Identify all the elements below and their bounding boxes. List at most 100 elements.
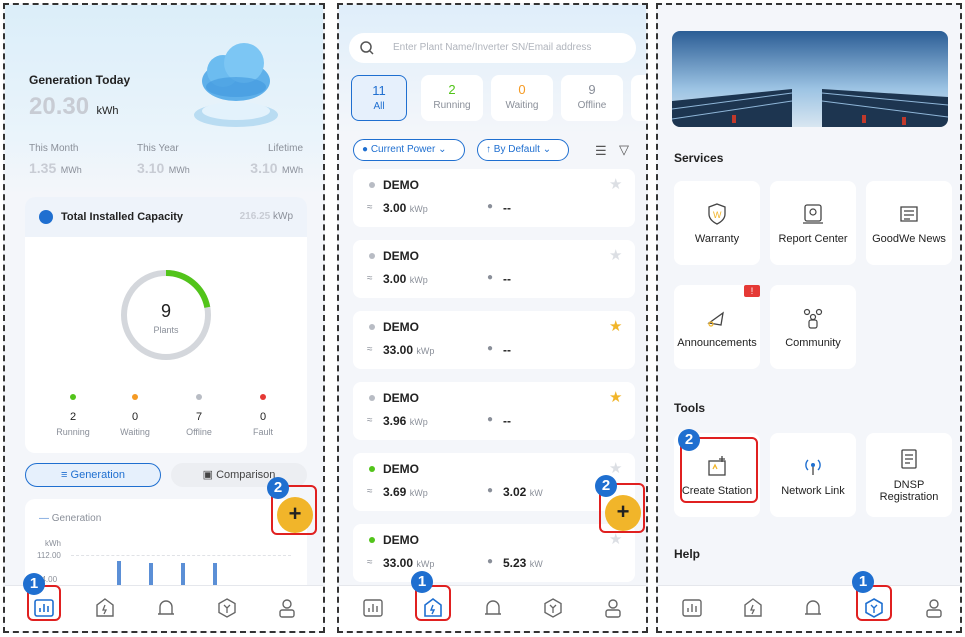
plant-card[interactable]: DEMO ★ ≈3.00 kWp ● -- (353, 240, 635, 298)
capacity-icon: ≈ (367, 344, 373, 355)
power-icon: ● (487, 414, 494, 425)
bottom-nav (658, 585, 960, 631)
favorite-star-icon[interactable]: ★ (609, 175, 622, 193)
nav-alarm-icon[interactable] (801, 596, 825, 620)
dnsp-icon (896, 447, 922, 473)
chart-tick: 112.00 (37, 551, 61, 560)
stat-value: 3.10 (137, 160, 165, 176)
capacity-title: Total Installed Capacity (61, 211, 184, 223)
nav-services-icon[interactable] (541, 596, 565, 620)
status-dot (369, 466, 375, 472)
status-dot (369, 182, 375, 188)
sort-current-power[interactable]: ● Current Power ⌄ (353, 139, 465, 161)
cloud-illustration (181, 35, 291, 135)
nav-services-icon[interactable] (215, 596, 239, 620)
filter-waiting[interactable]: 0 Waiting (491, 75, 553, 121)
filter-running[interactable]: 2 Running (421, 75, 483, 121)
plant-capacity: 3.96 kWp (383, 414, 428, 428)
plant-card[interactable]: DEMO ★ ≈33.00 kWp ● -- (353, 311, 635, 369)
help-title: Help (674, 547, 701, 561)
capacity-icon: ≈ (367, 273, 373, 284)
nav-profile-icon[interactable] (601, 596, 625, 620)
list-view-icon[interactable]: ☰ (595, 143, 607, 159)
home-panel: Generation Today 20.30 kWh This Month 1.… (3, 3, 325, 633)
network-link-icon (800, 453, 826, 479)
nav-profile-icon[interactable] (275, 596, 299, 620)
service-announcements[interactable]: Announcements ! (674, 285, 760, 369)
filter-offline[interactable]: 9 Offline (561, 75, 623, 121)
status-dot (70, 394, 76, 400)
community-icon (800, 305, 826, 331)
power-icon: ● (362, 144, 369, 155)
status-dot (369, 395, 375, 401)
nav-home-icon[interactable] (680, 596, 704, 620)
services-title: Services (674, 151, 724, 165)
plant-capacity: 3.69 kWp (383, 485, 428, 499)
power-icon: ● (487, 556, 494, 567)
stat-value: 3.10 (250, 160, 278, 176)
plant-card[interactable]: DEMO ★ ≈33.00 kWp ● 5.23 kW (353, 524, 635, 582)
svg-text:W: W (713, 210, 722, 220)
nav-profile-icon[interactable] (922, 596, 946, 620)
nav-home-icon[interactable] (361, 596, 385, 620)
favorite-star-icon[interactable]: ★ (609, 388, 622, 406)
plant-power: -- (503, 201, 511, 215)
stat-value: 1.35 (29, 160, 57, 176)
favorite-star-icon[interactable]: ★ (609, 459, 622, 477)
status-offline: 7 Offline (181, 387, 217, 437)
filter-icon[interactable]: ▽ (619, 142, 629, 158)
chevron-down-icon: ⌄ (438, 144, 447, 155)
chart-unit: kWh (45, 539, 61, 548)
status-running: 2 Running (55, 387, 91, 437)
plant-power: 5.23 kW (503, 556, 543, 570)
capacity-icon: ≈ (367, 486, 373, 497)
plant-name: DEMO (383, 462, 419, 476)
tools-title: Tools (674, 401, 706, 415)
generation-chart-card: — Generation kWh 112.00 84.00 (25, 499, 307, 595)
nav-plants-icon[interactable] (93, 596, 117, 620)
nav-alarm-icon[interactable] (481, 596, 505, 620)
search-input[interactable]: Enter Plant Name/Inverter SN/Email addre… (393, 42, 591, 53)
capacity-card: Total Installed Capacity 216.25 kWp 9 Pl… (25, 197, 307, 453)
step-marker-1: 1 (411, 571, 433, 593)
plant-capacity: 3.00 kWp (383, 201, 428, 215)
services-panel: Services W Warranty Report Center GoodWe… (656, 3, 962, 633)
plant-name: DEMO (383, 391, 419, 405)
service-community[interactable]: Community (770, 285, 856, 369)
report-icon (800, 201, 826, 227)
service-warranty[interactable]: W Warranty (674, 181, 760, 265)
status-dot (260, 394, 266, 400)
plant-capacity: 33.00 kWp (383, 343, 435, 357)
chevron-down-icon: ⌄ (542, 144, 552, 155)
chart-icon: ≡ (61, 469, 68, 481)
warranty-icon: W (704, 201, 730, 227)
step-marker-1: 1 (23, 573, 45, 595)
bottom-nav (339, 585, 646, 631)
status-dot (369, 537, 375, 543)
plants-label: Plants (153, 325, 179, 335)
status-waiting: 0 Waiting (117, 387, 153, 437)
tool-dnsp-registration[interactable]: DNSP Registration (866, 433, 952, 517)
plant-card[interactable]: DEMO ★ ≈3.69 kWp ● 3.02 kW (353, 453, 635, 511)
notification-badge: ! (744, 285, 760, 297)
tab-generation[interactable]: ≡ Generation (25, 463, 161, 487)
status-dot (196, 394, 202, 400)
plant-card[interactable]: DEMO ★ ≈3.00 kWp ● -- (353, 169, 635, 227)
filter-all[interactable]: 11 All (351, 75, 407, 121)
tool-network-link[interactable]: Network Link (770, 433, 856, 517)
service-goodwe-news[interactable]: GoodWe News (866, 181, 952, 265)
search-bar[interactable]: Enter Plant Name/Inverter SN/Email addre… (349, 33, 636, 63)
favorite-star-icon[interactable]: ★ (609, 246, 622, 264)
nav-alarm-icon[interactable] (154, 596, 178, 620)
status-fault: 0 Fault (245, 387, 281, 437)
sort-by-default[interactable]: ↑ By Default ⌄ (477, 139, 569, 161)
power-icon: ● (487, 272, 494, 283)
service-report-center[interactable]: Report Center (770, 181, 856, 265)
stat-unit: MWh (282, 165, 303, 175)
favorite-star-icon[interactable]: ★ (609, 317, 622, 335)
plant-card[interactable]: DEMO ★ ≈3.96 kWp ● -- (353, 382, 635, 440)
plant-name: DEMO (383, 533, 419, 547)
plants-count: 9 (160, 301, 171, 321)
plant-name: DEMO (383, 249, 419, 263)
nav-plants-icon[interactable] (741, 596, 765, 620)
